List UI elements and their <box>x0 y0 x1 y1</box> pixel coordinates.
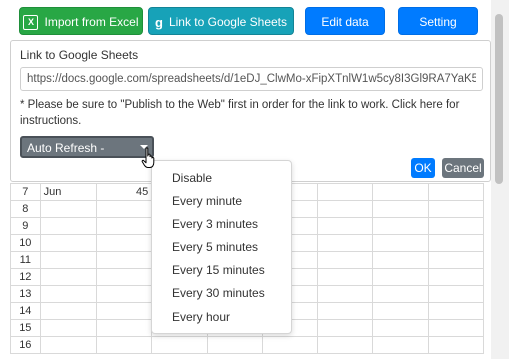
hand-pointer-icon <box>141 147 155 168</box>
row-header[interactable]: 8 <box>10 200 41 218</box>
menu-item-every-hour[interactable]: Every hour <box>152 306 291 329</box>
grid-cell[interactable] <box>39 336 97 354</box>
grid-cell[interactable]: 45 <box>95 183 153 201</box>
import-excel-button[interactable]: X Import from Excel <box>19 7 143 35</box>
grid-cell[interactable] <box>427 285 484 303</box>
grid-cell[interactable] <box>95 251 153 269</box>
toolbar: X Import from Excel g Link to Google Sheet… <box>0 0 509 42</box>
grid-cell[interactable] <box>427 336 484 354</box>
table-row: 16 <box>10 336 484 354</box>
row-header[interactable]: 10 <box>10 234 41 252</box>
grid-cell[interactable] <box>372 268 429 286</box>
sheet-url-input[interactable] <box>20 67 483 91</box>
grid-cell[interactable] <box>206 336 263 354</box>
grid-cell[interactable] <box>372 285 429 303</box>
grid-cell[interactable] <box>95 234 153 252</box>
grid-cell[interactable] <box>39 234 97 252</box>
grid-cell[interactable] <box>427 302 484 320</box>
auto-refresh-menu: Disable Every minute Every 3 minutes Eve… <box>151 160 292 334</box>
grid-cell[interactable] <box>372 336 429 354</box>
grid-cell[interactable] <box>317 183 374 201</box>
grid-cell[interactable] <box>39 268 97 286</box>
grid-cell[interactable] <box>39 285 97 303</box>
grid-cell[interactable] <box>372 217 429 235</box>
grid-cell[interactable]: Jun <box>39 183 97 201</box>
grid-cell[interactable] <box>95 268 153 286</box>
grid-cell[interactable] <box>95 285 153 303</box>
grid-cell[interactable] <box>372 251 429 269</box>
google-icon: g <box>154 14 163 30</box>
grid-cell[interactable] <box>317 268 374 286</box>
grid-cell[interactable] <box>317 336 374 354</box>
menu-item-every-15-minutes[interactable]: Every 15 minutes <box>152 259 291 282</box>
row-header[interactable]: 11 <box>10 251 41 269</box>
grid-cell[interactable] <box>317 319 374 337</box>
ok-button[interactable]: OK <box>411 158 435 178</box>
auto-refresh-dropdown-button[interactable]: Auto Refresh - Disabled <box>20 136 154 175</box>
grid-cell[interactable] <box>317 251 374 269</box>
grid-cell[interactable] <box>372 234 429 252</box>
grid-cell[interactable] <box>95 302 153 320</box>
link-google-sheets-label: Link to Google Sheets <box>168 15 288 29</box>
grid-cell[interactable] <box>39 217 97 235</box>
grid-cell[interactable] <box>39 251 97 269</box>
menu-item-every-5-minutes[interactable]: Every 5 minutes <box>152 236 291 259</box>
grid-cell[interactable] <box>427 217 484 235</box>
grid-cell[interactable] <box>95 336 153 354</box>
publish-note[interactable]: * Please be sure to "Publish to the Web"… <box>20 97 460 129</box>
row-header[interactable]: 14 <box>10 302 41 320</box>
grid-cell[interactable] <box>427 319 484 337</box>
excel-icon: X <box>23 15 39 31</box>
grid-cell[interactable] <box>261 336 319 354</box>
menu-item-disable[interactable]: Disable <box>152 167 291 190</box>
grid-cell[interactable] <box>317 302 374 320</box>
grid-cell[interactable] <box>427 251 484 269</box>
menu-item-every-30-minutes[interactable]: Every 30 minutes <box>152 282 291 305</box>
row-header[interactable]: 16 <box>10 336 41 354</box>
menu-item-every-3-minutes[interactable]: Every 3 minutes <box>152 213 291 236</box>
edit-data-button[interactable]: Edit data <box>305 7 385 35</box>
row-header[interactable]: 13 <box>10 285 41 303</box>
grid-cell[interactable] <box>95 319 153 337</box>
grid-cell[interactable] <box>372 302 429 320</box>
link-google-sheets-button[interactable]: g Link to Google Sheets <box>148 7 294 35</box>
setting-button[interactable]: Setting <box>398 7 478 35</box>
panel-label: Link to Google Sheets <box>20 48 139 62</box>
grid-cell[interactable] <box>95 217 153 235</box>
auto-refresh-label: Auto Refresh - Disabled <box>27 141 105 175</box>
row-header[interactable]: 12 <box>10 268 41 286</box>
scrollbar-thumb[interactable] <box>495 14 503 184</box>
edit-data-label: Edit data <box>321 15 369 29</box>
grid-cell[interactable] <box>151 336 208 354</box>
row-header[interactable]: 15 <box>10 319 41 337</box>
grid-cell[interactable] <box>372 200 429 218</box>
grid-cell[interactable] <box>427 268 484 286</box>
grid-cell[interactable] <box>317 200 374 218</box>
grid-cell[interactable] <box>427 234 484 252</box>
grid-cell[interactable] <box>427 183 484 201</box>
grid-cell[interactable] <box>39 319 97 337</box>
grid-cell[interactable] <box>317 285 374 303</box>
import-excel-label: Import from Excel <box>44 15 139 29</box>
row-header[interactable]: 7 <box>10 183 41 201</box>
grid-cell[interactable] <box>317 217 374 235</box>
grid-cell[interactable] <box>39 302 97 320</box>
grid-cell[interactable] <box>95 200 153 218</box>
row-header[interactable]: 9 <box>10 217 41 235</box>
grid-cell[interactable] <box>372 183 429 201</box>
cancel-button[interactable]: Cancel <box>442 158 484 178</box>
menu-item-every-minute[interactable]: Every minute <box>152 190 291 213</box>
setting-label: Setting <box>419 15 457 29</box>
grid-cell[interactable] <box>372 319 429 337</box>
grid-cell[interactable] <box>427 200 484 218</box>
grid-cell[interactable] <box>39 200 97 218</box>
grid-cell[interactable] <box>317 234 374 252</box>
